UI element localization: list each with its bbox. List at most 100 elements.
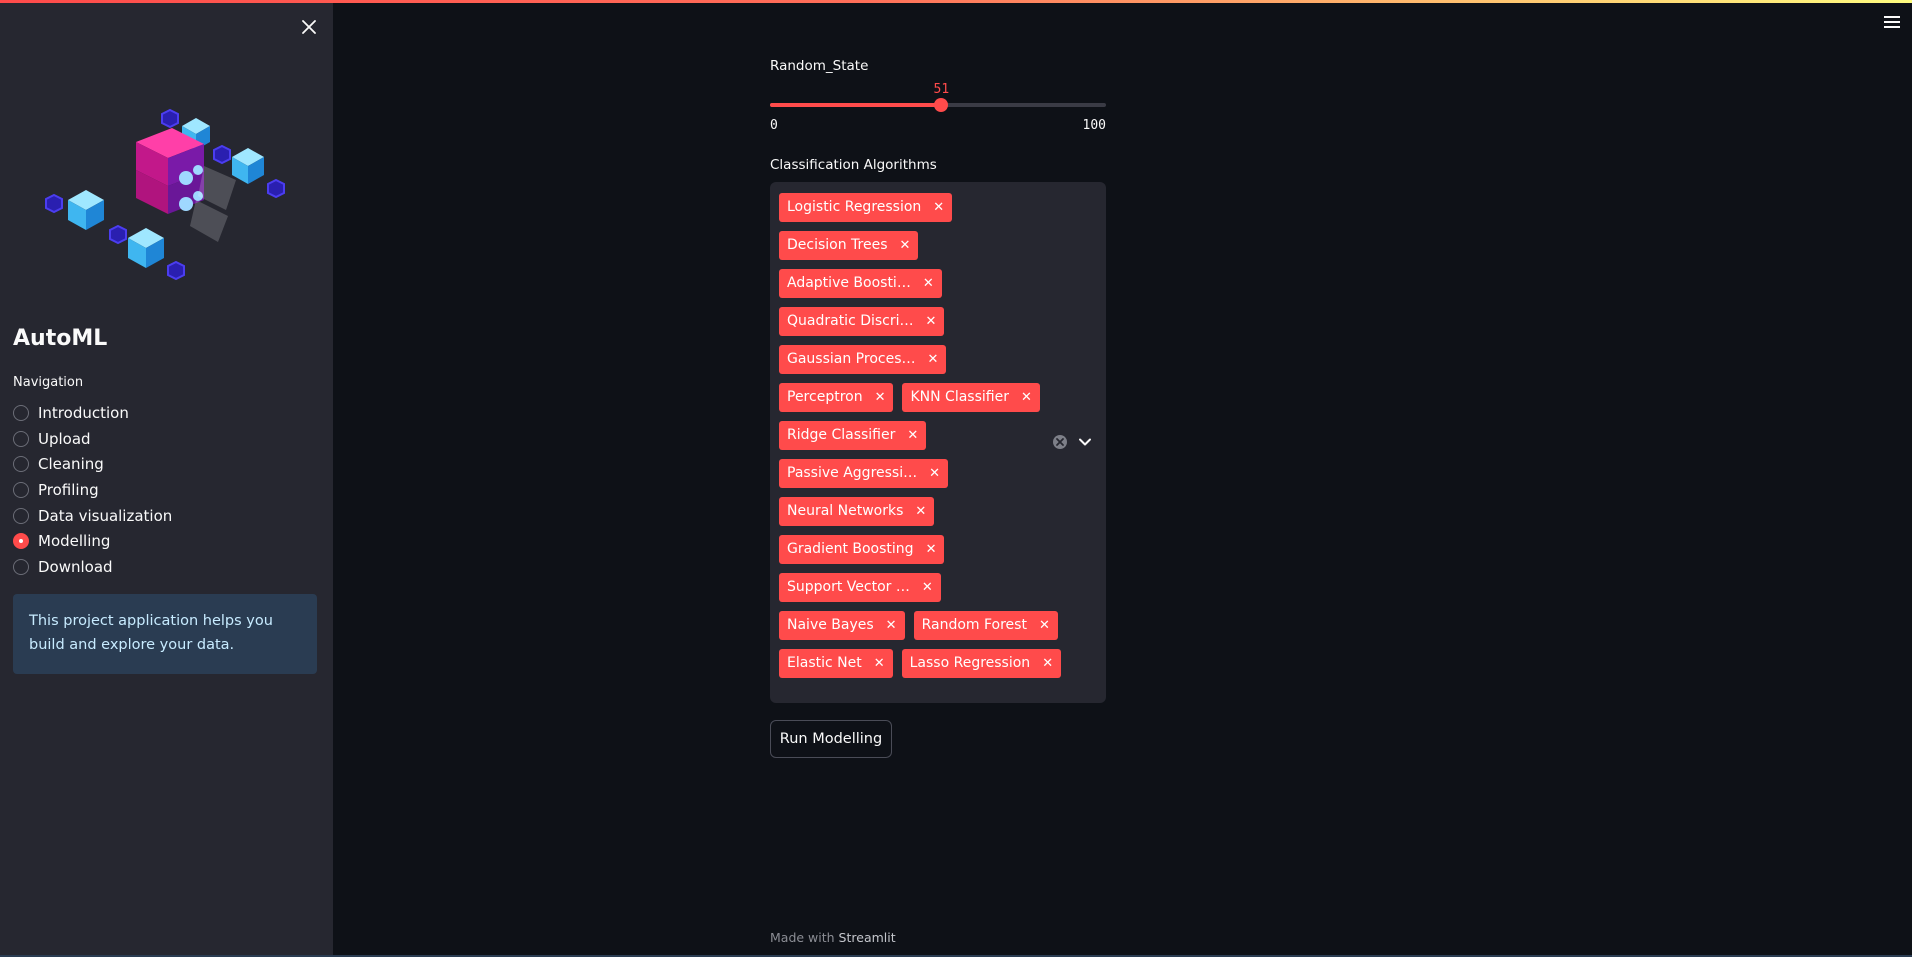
radio-icon[interactable] bbox=[13, 404, 29, 421]
nav-item-data-visualization[interactable]: Data visualization bbox=[13, 503, 313, 529]
nav-item-upload[interactable]: Upload bbox=[13, 426, 313, 452]
chip-decision-trees[interactable]: Decision Trees ✕ bbox=[779, 230, 919, 260]
chip-row: Logistic Regression ✕ bbox=[779, 188, 1036, 226]
chip-support-vector[interactable]: Support Vector … ✕ bbox=[779, 572, 941, 602]
nav-item-profiling[interactable]: Profiling bbox=[13, 477, 313, 503]
chip-neural-networks[interactable]: Neural Networks ✕ bbox=[779, 496, 935, 526]
remove-chip-icon[interactable]: ✕ bbox=[915, 504, 926, 519]
nav-item-label: Cleaning bbox=[38, 455, 104, 474]
radio-icon[interactable] bbox=[13, 481, 29, 498]
chip-label: Gradient Boosting bbox=[787, 541, 914, 557]
remove-chip-icon[interactable]: ✕ bbox=[907, 428, 918, 443]
chip-row: Gradient Boosting ✕ bbox=[779, 530, 1036, 568]
chip-gradient-boosting[interactable]: Gradient Boosting ✕ bbox=[779, 534, 945, 564]
chip-random-forest[interactable]: Random Forest ✕ bbox=[913, 610, 1058, 640]
chip-row: Passive Aggressi… ✕ bbox=[779, 454, 1036, 492]
sidebar: AutoML Navigation Introduction Upload Cl… bbox=[0, 0, 333, 957]
chip-row: Quadratic Discri… ✕ bbox=[779, 302, 1036, 340]
remove-chip-icon[interactable]: ✕ bbox=[886, 618, 897, 633]
clear-all-icon[interactable] bbox=[1052, 434, 1068, 454]
remove-chip-icon[interactable]: ✕ bbox=[922, 580, 933, 595]
chip-row: Naive Bayes ✕ Random Forest ✕ bbox=[779, 606, 1058, 644]
navigation-radio-group: Introduction Upload Cleaning Profiling D… bbox=[13, 400, 313, 580]
slider-max-label: 100 bbox=[1082, 118, 1106, 133]
nav-item-label: Data visualization bbox=[38, 506, 173, 525]
nav-item-label: Profiling bbox=[38, 480, 99, 499]
chip-label: Naive Bayes bbox=[787, 617, 874, 633]
chip-gaussian-process[interactable]: Gaussian Proces… ✕ bbox=[779, 344, 947, 374]
remove-chip-icon[interactable]: ✕ bbox=[933, 200, 944, 215]
remove-chip-icon[interactable]: ✕ bbox=[1039, 618, 1050, 633]
chip-row: Support Vector … ✕ bbox=[779, 568, 1036, 606]
chip-label: Elastic Net bbox=[787, 655, 862, 671]
slider-thumb[interactable] bbox=[934, 98, 949, 112]
radio-icon[interactable] bbox=[13, 456, 29, 473]
chip-label: Decision Trees bbox=[787, 237, 888, 253]
footer-prefix: Made with bbox=[770, 930, 839, 945]
close-sidebar-button[interactable] bbox=[298, 16, 320, 38]
chip-logistic-regression[interactable]: Logistic Regression ✕ bbox=[779, 192, 953, 222]
remove-chip-icon[interactable]: ✕ bbox=[926, 314, 937, 329]
automl-logo-image bbox=[45, 108, 285, 281]
slider-min-label: 0 bbox=[770, 118, 778, 133]
remove-chip-icon[interactable]: ✕ bbox=[923, 276, 934, 291]
radio-icon[interactable] bbox=[13, 430, 29, 447]
multiselect-label: Classification Algorithms bbox=[770, 157, 937, 173]
nav-item-modelling[interactable]: Modelling bbox=[13, 528, 313, 554]
radio-icon[interactable] bbox=[13, 558, 29, 575]
nav-item-label: Upload bbox=[38, 429, 91, 448]
chip-label: KNN Classifier bbox=[910, 389, 1009, 405]
close-icon bbox=[302, 20, 316, 34]
chip-row: Ridge Classifier ✕ bbox=[779, 416, 1036, 454]
chip-lasso-regression[interactable]: Lasso Regression ✕ bbox=[901, 648, 1062, 678]
nav-item-cleaning[interactable]: Cleaning bbox=[13, 451, 313, 477]
chevron-down-icon[interactable] bbox=[1078, 434, 1092, 453]
chip-row: Elastic Net ✕ Lasso Regression ✕ bbox=[779, 644, 1062, 682]
run-modelling-button[interactable]: Run Modelling bbox=[770, 720, 892, 758]
navigation-label: Navigation bbox=[13, 375, 84, 390]
chip-passive-aggressive[interactable]: Passive Aggressi… ✕ bbox=[779, 458, 949, 488]
chip-quadratic-discriminant[interactable]: Quadratic Discri… ✕ bbox=[779, 306, 945, 336]
radio-selected-icon[interactable] bbox=[13, 533, 29, 550]
chip-label: Random Forest bbox=[921, 617, 1027, 633]
chip-row: Adaptive Boosti… ✕ bbox=[779, 264, 1036, 302]
radio-icon[interactable] bbox=[13, 507, 29, 524]
chip-elastic-net[interactable]: Elastic Net ✕ bbox=[779, 648, 893, 678]
remove-chip-icon[interactable]: ✕ bbox=[926, 542, 937, 557]
remove-chip-icon[interactable]: ✕ bbox=[928, 352, 939, 367]
chip-label: Quadratic Discri… bbox=[787, 313, 914, 329]
chip-row: Gaussian Proces… ✕ bbox=[779, 340, 1036, 378]
chip-row: Neural Networks ✕ bbox=[779, 492, 1036, 530]
remove-chip-icon[interactable]: ✕ bbox=[900, 238, 911, 253]
remove-chip-icon[interactable]: ✕ bbox=[875, 390, 886, 405]
remove-chip-icon[interactable]: ✕ bbox=[1042, 656, 1053, 671]
chip-adaptive-boosting[interactable]: Adaptive Boosti… ✕ bbox=[779, 268, 942, 298]
main-menu-button[interactable] bbox=[1884, 16, 1902, 32]
hamburger-icon-line bbox=[1884, 26, 1900, 28]
chip-knn-classifier[interactable]: KNN Classifier ✕ bbox=[902, 382, 1040, 412]
chip-label: Gaussian Proces… bbox=[787, 351, 916, 367]
chip-label: Adaptive Boosti… bbox=[787, 275, 911, 291]
info-box: This project application helps you build… bbox=[13, 594, 317, 674]
hamburger-icon-line bbox=[1884, 21, 1900, 23]
chip-label: Neural Networks bbox=[787, 503, 904, 519]
chip-label: Lasso Regression bbox=[909, 655, 1031, 671]
top-decoration-bar bbox=[0, 0, 1912, 3]
remove-chip-icon[interactable]: ✕ bbox=[929, 466, 940, 481]
chip-row: Decision Trees ✕ bbox=[779, 226, 1036, 264]
chip-label: Logistic Regression bbox=[787, 199, 922, 215]
chip-ridge-classifier[interactable]: Ridge Classifier ✕ bbox=[779, 420, 927, 450]
remove-chip-icon[interactable]: ✕ bbox=[1021, 390, 1032, 405]
chip-naive-bayes[interactable]: Naive Bayes ✕ bbox=[779, 610, 905, 640]
nav-item-label: Modelling bbox=[38, 532, 111, 551]
algorithms-multiselect[interactable]: Logistic Regression ✕ Decision Trees ✕ Ada… bbox=[770, 182, 1106, 703]
nav-item-label: Introduction bbox=[38, 403, 129, 422]
streamlit-link[interactable]: Streamlit bbox=[839, 930, 896, 945]
app-title: AutoML bbox=[13, 326, 108, 351]
nav-item-introduction[interactable]: Introduction bbox=[13, 400, 313, 426]
chip-perceptron[interactable]: Perceptron ✕ bbox=[779, 382, 894, 412]
nav-item-download[interactable]: Download bbox=[13, 554, 313, 580]
remove-chip-icon[interactable]: ✕ bbox=[874, 656, 885, 671]
slider-fill bbox=[770, 103, 942, 107]
random-state-slider[interactable]: 51 0 100 bbox=[770, 82, 1106, 133]
